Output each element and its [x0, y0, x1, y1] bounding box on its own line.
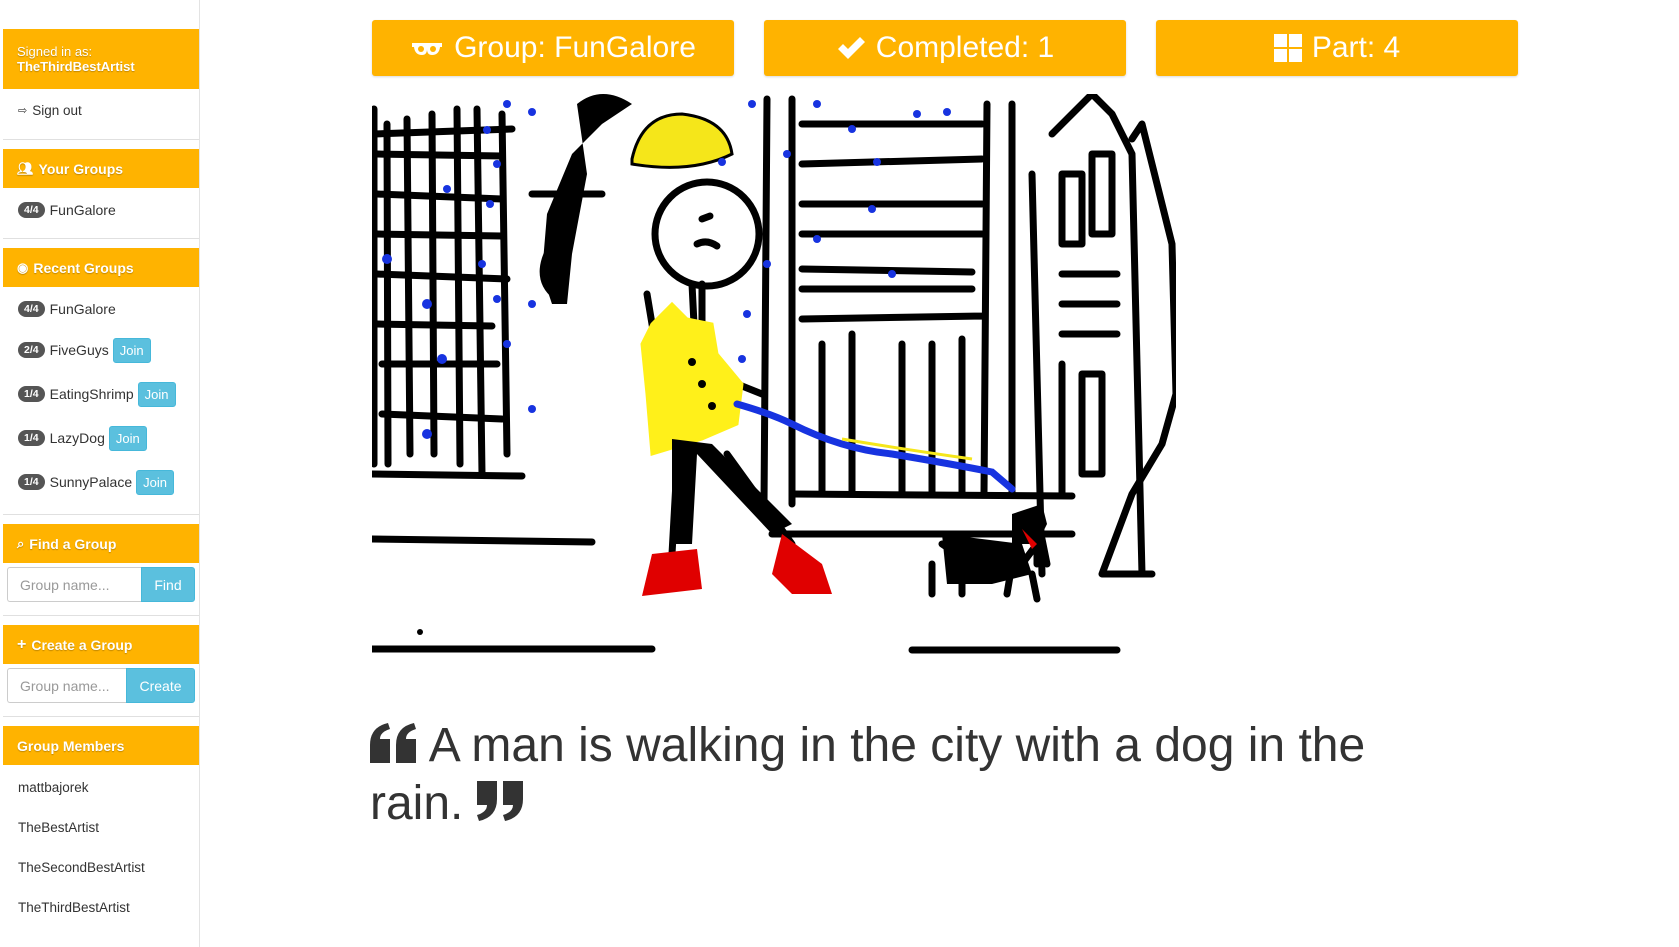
member-count-badge: 2/4	[18, 342, 45, 358]
member-item: TheSecondBestArtist	[18, 859, 145, 875]
group-name: EatingShrimp	[49, 386, 134, 402]
divider	[3, 615, 199, 616]
find-group-title: Find a Group	[29, 535, 117, 552]
member-count-badge: 4/4	[18, 301, 45, 317]
member-count-badge: 1/4	[18, 430, 45, 446]
signed-in-panel: Signed in as: TheThirdBestArtist	[3, 29, 199, 89]
member-count-badge: 4/4	[18, 202, 45, 218]
username: TheThirdBestArtist	[17, 59, 135, 74]
group-name: FunGalore	[49, 202, 116, 218]
group-name: FiveGuys	[49, 342, 109, 358]
your-groups-title: Your Groups	[38, 160, 124, 177]
recent-group-item: 1/4 LazyDog Join	[18, 425, 147, 451]
member-count-badge: 1/4	[18, 474, 45, 490]
divider	[3, 716, 199, 717]
create-group-form: Create	[7, 668, 195, 703]
sign-out-icon: ⇨	[18, 104, 28, 117]
group-stat-label: Group: FunGalore	[454, 31, 696, 64]
member-item: TheBestArtist	[18, 819, 100, 835]
completed-stat-label: Completed: 1	[875, 31, 1055, 64]
join-button[interactable]: Join	[108, 425, 147, 451]
glasses-icon	[410, 39, 444, 57]
find-group-form: Find	[7, 567, 195, 602]
join-button[interactable]: Join	[137, 381, 176, 407]
quote-left-icon	[370, 720, 418, 776]
divider	[3, 514, 199, 515]
find-group-header: ⌕ Find a Group	[3, 524, 199, 563]
eye-icon: ◉	[17, 259, 29, 275]
join-button[interactable]: Join	[112, 337, 151, 363]
completed-stat-button[interactable]: Completed: 1	[764, 20, 1126, 76]
group-name: FunGalore	[49, 301, 116, 317]
group-members-title: Group Members	[17, 737, 125, 754]
find-group-input[interactable]	[7, 567, 141, 602]
part-stat-label: Part: 4	[1311, 31, 1401, 64]
your-group-item[interactable]: 4/4 FunGalore	[18, 199, 116, 221]
group-stat-button[interactable]: Group: FunGalore	[372, 20, 734, 76]
find-button[interactable]: Find	[141, 567, 195, 602]
sign-out-label: Sign out	[32, 102, 82, 118]
recent-group-item: 2/4 FiveGuys Join	[18, 337, 151, 363]
recent-groups-title: Recent Groups	[33, 259, 134, 276]
part-stat-button[interactable]: Part: 4	[1156, 20, 1518, 76]
plus-icon: +	[17, 635, 27, 653]
member-item: mattbajorek	[18, 779, 89, 795]
recent-group-item[interactable]: 4/4 FunGalore	[18, 298, 116, 320]
create-button[interactable]: Create	[126, 668, 195, 703]
check-icon	[836, 35, 866, 61]
create-group-input[interactable]	[7, 668, 126, 703]
divider	[3, 238, 199, 239]
group-name: SunnyPalace	[49, 474, 133, 490]
sign-out-link[interactable]: ⇨ Sign out	[18, 100, 82, 120]
recent-group-item: 1/4 EatingShrimp Join	[18, 381, 176, 407]
quote-right-icon	[476, 778, 525, 834]
member-count-badge: 1/4	[18, 386, 45, 402]
group-members-header: Group Members	[3, 726, 199, 765]
sidebar: Signed in as: TheThirdBestArtist ⇨ Sign …	[0, 0, 200, 947]
create-group-header: + Create a Group	[3, 625, 199, 664]
join-button[interactable]: Join	[136, 469, 174, 495]
grid-icon	[1273, 34, 1302, 62]
recent-groups-header: ◉ Recent Groups	[3, 248, 199, 287]
drawing-canvas	[372, 94, 1176, 654]
signed-in-label: Signed in as:	[17, 44, 93, 59]
member-item: TheThirdBestArtist	[18, 899, 130, 915]
users-icon: 👥︎	[17, 160, 34, 176]
caption-quote: A man is walking in the city with a dog …	[370, 718, 1450, 834]
create-group-title: Create a Group	[31, 636, 133, 653]
recent-group-item: 1/4 SunnyPalace Join	[18, 469, 174, 495]
divider	[3, 139, 199, 140]
search-icon: ⌕	[17, 535, 25, 551]
your-groups-header: 👥︎ Your Groups	[3, 149, 199, 188]
group-name: LazyDog	[49, 430, 105, 446]
